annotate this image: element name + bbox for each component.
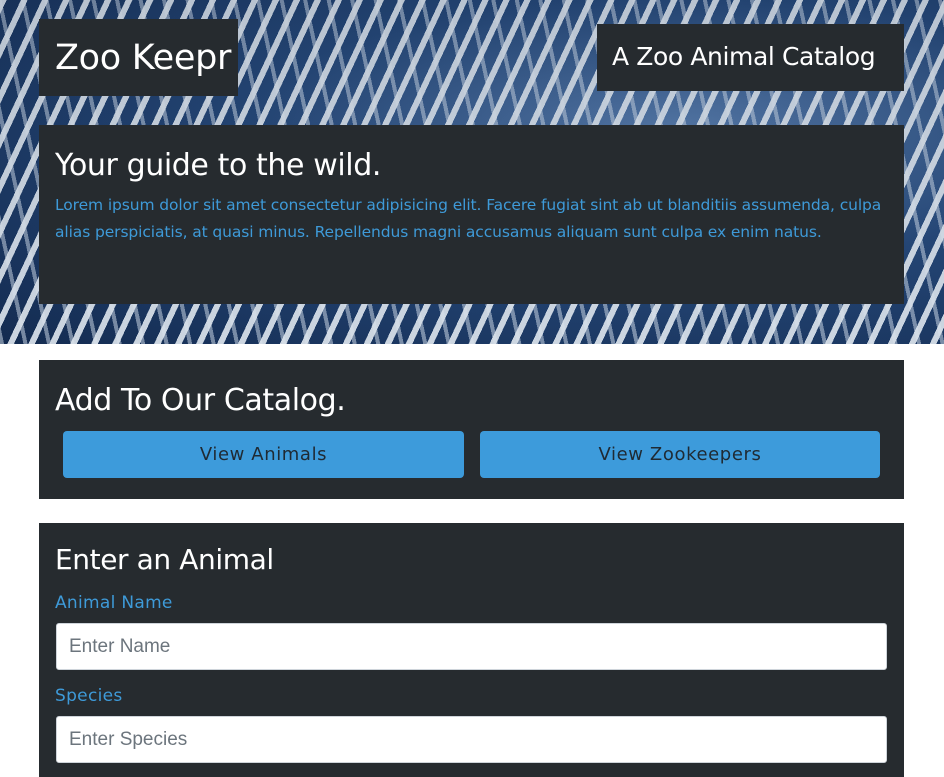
site-title: Zoo Keepr [55,38,232,78]
form-title: Enter an Animal [55,543,274,576]
animal-name-input[interactable] [56,623,887,670]
intro-text: Lorem ipsum dolor sit amet consectetur a… [55,196,882,241]
intro-title: Your guide to the wild. [55,148,382,183]
species-input[interactable] [56,716,887,763]
tagline-panel: A Zoo Animal Catalog [597,24,904,91]
catalog-panel: Add To Our Catalog. View Animals View Zo… [39,360,904,499]
site-tagline: A Zoo Animal Catalog [612,42,876,71]
view-zookeepers-button[interactable]: View Zookeepers [480,431,880,478]
species-label: Species [55,686,123,706]
catalog-title: Add To Our Catalog. [55,383,346,418]
animal-form: Enter an Animal Animal Name Species [39,523,904,777]
brand-panel: Zoo Keepr [39,19,238,96]
view-animals-button[interactable]: View Animals [63,431,464,478]
intro-panel: Your guide to the wild. Lorem ipsum dolo… [39,125,904,304]
hero-banner: Zoo Keepr A Zoo Animal Catalog Your guid… [0,0,944,344]
animal-name-label: Animal Name [55,593,173,613]
